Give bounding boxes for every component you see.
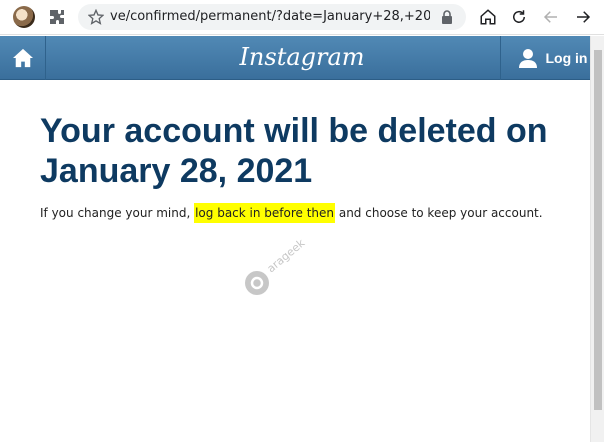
login-label: Log in — [545, 50, 588, 66]
info-text: If you change your mind, log back in bef… — [40, 203, 585, 223]
star-icon[interactable] — [85, 6, 107, 28]
home-button[interactable] — [0, 36, 46, 80]
address-bar[interactable]: ve/confirmed/permanent/?date=January+28,… — [78, 4, 466, 30]
browser-toolbar: ve/confirmed/permanent/?date=January+28,… — [0, 0, 604, 35]
home-icon — [12, 48, 33, 68]
extensions-icon[interactable] — [46, 6, 68, 28]
info-text-before: If you change your mind, — [40, 206, 195, 220]
login-link[interactable]: log back in before then — [194, 203, 336, 223]
watermark-text: arageek — [265, 237, 308, 275]
home-icon[interactable] — [477, 6, 499, 28]
page-title: Your account will be deleted on January … — [40, 112, 548, 190]
profile-avatar[interactable] — [13, 6, 35, 28]
page-scrollbar[interactable] — [590, 36, 604, 442]
info-text-after: and choose to keep your account. — [335, 206, 543, 220]
lock-icon[interactable] — [436, 6, 458, 28]
reload-icon[interactable] — [508, 6, 530, 28]
back-icon[interactable] — [540, 6, 562, 28]
user-icon — [518, 49, 537, 68]
url-text[interactable]: ve/confirmed/permanent/?date=January+28,… — [110, 9, 430, 25]
scrollbar-thumb[interactable] — [594, 50, 602, 410]
instagram-header: Instagram Log in — [0, 36, 604, 80]
instagram-logo[interactable]: Instagram — [232, 42, 372, 72]
login-button[interactable]: Log in — [500, 36, 604, 80]
forward-icon[interactable] — [572, 6, 594, 28]
arageek-watermark: arageek — [243, 236, 323, 297]
